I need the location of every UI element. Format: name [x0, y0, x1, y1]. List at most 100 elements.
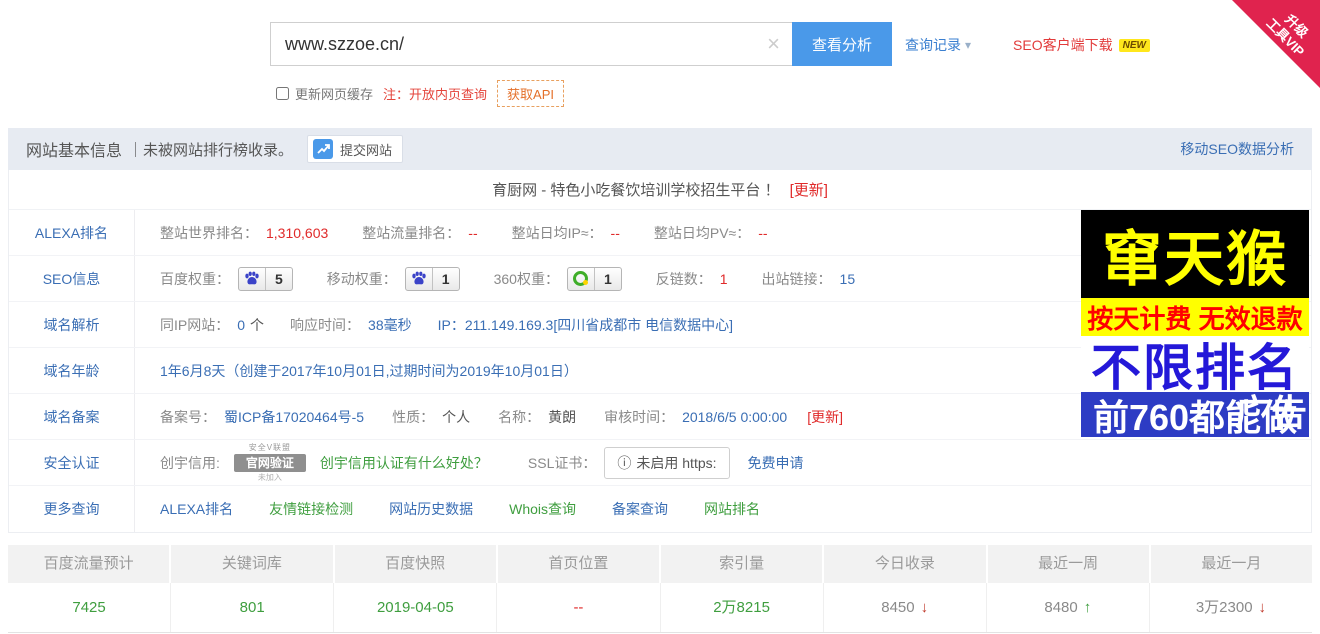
dns-label[interactable]: 域名解析	[9, 315, 134, 335]
mobile-paw-icon	[406, 268, 432, 290]
homepage-pos-value: --	[573, 599, 583, 616]
alexa-rank-link[interactable]: ALEXA排名	[160, 499, 233, 519]
traffic-rank-value: --	[468, 225, 477, 241]
ad-line1: 窜天猴	[1102, 211, 1288, 298]
clear-input-icon[interactable]: ×	[767, 33, 780, 55]
weight-360-value: 1	[594, 268, 621, 290]
icp-number-label: 备案号：	[160, 407, 216, 427]
rank-not-listed-note: ｜未被网站排行榜收录。	[128, 139, 293, 160]
col-header-homepage-pos: 首页位置	[498, 545, 661, 583]
domain-age-label[interactable]: 域名年龄	[9, 361, 134, 381]
submit-site-button[interactable]: 提交网站	[307, 135, 403, 163]
chuangyu-credit-label: 创宇信用:	[160, 453, 220, 473]
update-cache-label[interactable]: 更新网页缓存	[295, 84, 373, 103]
seo-info-label[interactable]: SEO信息	[9, 269, 134, 289]
title-update-link[interactable]: [更新]	[790, 179, 828, 200]
arrow-down-icon: ↓	[921, 599, 929, 616]
friend-links-check-link[interactable]: 友情链接检测	[269, 499, 353, 519]
mobile-weight-value: 1	[432, 268, 459, 290]
seo-client-download-link[interactable]: SEO客户端下载	[1013, 35, 1113, 55]
update-cache-checkbox[interactable]	[276, 87, 289, 100]
more-queries-label: 更多查询	[9, 499, 134, 519]
keywords-value[interactable]: 801	[240, 599, 265, 616]
index-value[interactable]: 2万8215	[713, 599, 770, 616]
icp-nature-label: 性质：	[392, 407, 434, 427]
ad-banner[interactable]: 窜天猴 按天计费 无效退款 不限排名 前760都能做 广告	[1081, 210, 1309, 437]
same-ip-value[interactable]: 0	[237, 317, 245, 333]
section-title: 网站基本信息	[26, 137, 122, 161]
backlinks-value: 1	[720, 271, 728, 287]
col-header-month: 最近一月	[1151, 545, 1312, 583]
site-title: 育厨网 - 特色小吃餐饮培训学校招生平台 ！	[492, 179, 780, 200]
ssl-status-box: ⓘ 未启用 https:	[604, 447, 729, 479]
icp-audit-label: 审核时间：	[604, 407, 674, 427]
weight-360-badge[interactable]: 1	[567, 267, 622, 291]
security-label[interactable]: 安全认证	[9, 453, 134, 473]
weight-360-label: 360权重：	[494, 269, 559, 289]
whois-query-link[interactable]: Whois查询	[509, 499, 576, 519]
search-box: ×	[270, 22, 792, 66]
more-queries-row: 更多查询 ALEXA排名 友情链接检测 网站历史数据 Whois查询 备案查询 …	[9, 486, 1311, 532]
credit-benefit-link[interactable]: 创宇信用认证有什么好处？	[320, 453, 488, 473]
same-ip-label: 同IP网站：	[160, 315, 229, 335]
arrow-down-icon: ↓	[1259, 599, 1267, 616]
submit-site-label: 提交网站	[340, 140, 392, 159]
icp-name-label: 名称：	[498, 407, 540, 427]
arrow-up-icon: ↑	[1084, 599, 1092, 616]
query-history-link[interactable]: 查询记录	[905, 35, 961, 55]
baidu-weight-badge[interactable]: 5	[238, 267, 293, 291]
get-api-button[interactable]: 获取API	[497, 80, 564, 107]
response-time-label: 响应时间：	[290, 315, 360, 335]
month-value[interactable]: 3万2300	[1196, 599, 1253, 616]
seal-top-text: 安全V联盟	[249, 444, 291, 452]
ssl-status-text: 未启用 https:	[636, 453, 716, 473]
col-header-index: 索引量	[661, 545, 824, 583]
snapshot-value[interactable]: 2019-04-05	[377, 599, 454, 616]
new-badge: NEW	[1119, 39, 1150, 52]
security-row: 安全认证 创宇信用: 安全V联盟 官网验证 未加入 创宇信用认证有什么好处？ S…	[9, 440, 1311, 486]
icp-number-value[interactable]: 蜀ICP备17020464号-5	[224, 407, 364, 427]
week-value[interactable]: 8480	[1044, 599, 1077, 616]
mobile-seo-link[interactable]: 移动SEO数据分析	[1180, 139, 1294, 159]
mobile-weight-badge[interactable]: 1	[405, 267, 460, 291]
daily-ip-label: 整站日均IP≈：	[512, 223, 603, 243]
icp-record-label[interactable]: 域名备案	[9, 407, 134, 427]
360-logo-icon	[568, 268, 594, 290]
seal-bottom-text: 未加入	[258, 474, 282, 482]
icp-nature-value: 个人	[442, 407, 470, 427]
traffic-value[interactable]: 7425	[72, 599, 105, 616]
site-history-link[interactable]: 网站历史数据	[389, 499, 473, 519]
col-header-today: 今日收录	[824, 545, 987, 583]
daily-pv-value: --	[758, 225, 767, 241]
ad-watermark: 广告	[1235, 384, 1307, 436]
domain-age-value: 1年6月8天（创建于2017年10月01日,过期时间为2019年10月01日）	[160, 361, 578, 381]
daily-pv-label: 整站日均PV≈：	[654, 223, 750, 243]
chuangyu-seal-badge[interactable]: 安全V联盟 官网验证 未加入	[234, 444, 306, 482]
icp-update-link[interactable]: [更新]	[807, 407, 843, 427]
mobile-weight-label: 移动权重：	[327, 269, 397, 289]
icp-query-link[interactable]: 备案查询	[612, 499, 668, 519]
col-header-snapshot: 百度快照	[335, 545, 498, 583]
url-input[interactable]	[271, 24, 731, 64]
baidu-weight-value: 5	[265, 268, 292, 290]
col-header-week: 最近一周	[988, 545, 1151, 583]
today-value[interactable]: 8450	[881, 599, 914, 616]
analyze-button[interactable]: 查看分析	[792, 22, 892, 66]
alexa-rank-label[interactable]: ALEXA排名	[9, 223, 134, 243]
same-ip-unit: 个	[250, 315, 264, 335]
free-apply-link[interactable]: 免费申请	[748, 453, 804, 473]
ip-address-value[interactable]: IP：211.149.169.3[四川省成都市 电信数据中心]	[438, 315, 733, 335]
outlinks-value[interactable]: 15	[840, 271, 856, 287]
site-rank-link[interactable]: 网站排名	[704, 499, 760, 519]
response-time-value: 38毫秒	[368, 315, 412, 335]
col-header-traffic: 百度流量预计	[8, 545, 171, 583]
baidu-stats-table: 百度流量预计 关键词库 百度快照 首页位置 索引量 今日收录 最近一周 最近一月…	[8, 545, 1312, 633]
icp-audit-value: 2018/6/5 0:00:00	[682, 409, 787, 425]
traffic-rank-label: 整站流量排名：	[362, 223, 460, 243]
trend-chart-icon	[313, 139, 333, 159]
col-header-keywords: 关键词库	[171, 545, 334, 583]
chevron-down-icon[interactable]: ▾	[965, 38, 971, 52]
top-search-area: × 查看分析 查询记录 ▾ SEO客户端下载 NEW 更新网页缓存 注：开放内页…	[0, 0, 1320, 120]
baidu-paw-icon	[239, 268, 265, 290]
daily-ip-value: --	[611, 225, 620, 241]
